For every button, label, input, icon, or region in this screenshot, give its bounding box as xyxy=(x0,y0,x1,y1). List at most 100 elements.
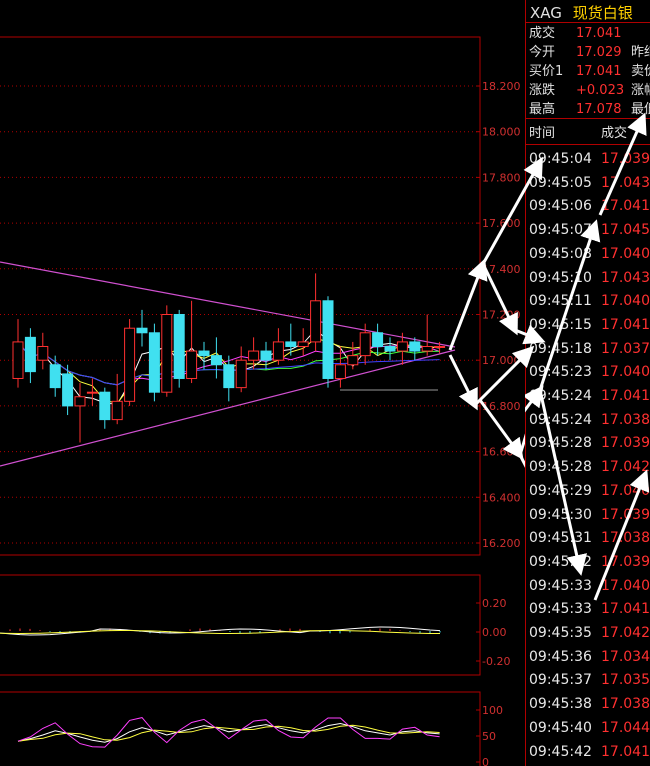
tick-price: 17.040 xyxy=(601,293,650,310)
tick-row[interactable]: 09:45:37 17.035 xyxy=(526,668,650,692)
tick-time: 09:45:24 xyxy=(529,388,592,404)
tick-row[interactable]: 09:45:28 17.042 xyxy=(526,455,650,479)
tick-time: 09:45:31 xyxy=(529,530,592,547)
tick-row[interactable]: 09:45:35 17.042 xyxy=(526,621,650,645)
tick-row[interactable]: 09:45:18 17.037 xyxy=(526,337,650,361)
tick-time: 09:45:28 xyxy=(529,459,592,476)
tick-row[interactable]: 09:45:38 17.038 xyxy=(526,692,650,716)
divider xyxy=(526,118,650,119)
quote-value: 17.029 xyxy=(576,45,622,60)
price-axis-label: 17.800 xyxy=(482,171,521,184)
tick-price: 17.039 xyxy=(601,553,650,570)
candle-down xyxy=(173,314,185,379)
candle-up xyxy=(186,350,198,379)
macd-panel: 0.20 0.00 -0.20 xyxy=(0,597,510,668)
tick-price: 17.040 xyxy=(601,482,650,499)
candle-up xyxy=(434,345,446,348)
tick-row[interactable]: 09:45:04 17.039 xyxy=(526,147,650,171)
tick-price: 17.041 xyxy=(601,198,650,215)
tick-price: 17.038 xyxy=(601,696,650,713)
tick-price: 17.041 xyxy=(601,388,650,404)
tick-row[interactable]: 09:45:07 17.045 xyxy=(526,218,650,242)
tick-price: 17.039 xyxy=(601,506,650,523)
tick-row[interactable]: 09:45:30 17.039 xyxy=(526,503,650,527)
candle-up xyxy=(12,341,24,379)
quote-extra-label: 昨结 xyxy=(631,45,650,60)
tick-price: 17.037 xyxy=(601,340,650,357)
symbol-code: XAG xyxy=(530,4,562,22)
tick-price: 17.041 xyxy=(601,601,650,618)
tick-price: 17.034 xyxy=(601,648,650,665)
tick-price: 17.041 xyxy=(601,316,650,333)
candle-down xyxy=(260,350,272,361)
tick-row[interactable]: 09:45:24 17.041 xyxy=(526,384,650,408)
tick-price: 17.042 xyxy=(601,459,650,476)
candle-up xyxy=(111,400,123,421)
kdj-axis-label: 0 xyxy=(482,756,489,766)
quote-label: 成交 xyxy=(529,26,556,41)
tick-row[interactable]: 09:45:36 17.034 xyxy=(526,645,650,669)
tick-row[interactable]: 09:45:29 17.040 xyxy=(526,479,650,503)
candle-down xyxy=(49,364,61,389)
tick-price: 17.043 xyxy=(601,174,650,191)
candle-up xyxy=(297,341,309,347)
tick-time: 09:45:29 xyxy=(529,482,592,499)
tick-time: 09:45:18 xyxy=(529,340,592,357)
kline-chart[interactable]: 18.20018.00017.80017.60017.40017.20017.0… xyxy=(0,0,525,766)
macd-panel-frame xyxy=(0,574,481,676)
kdj-panel: 100 50 0 xyxy=(17,704,503,766)
macd-axis-label: -0.20 xyxy=(482,655,510,668)
quote-row: 今开 17.029 昨结 xyxy=(526,43,650,62)
tick-row[interactable]: 09:45:42 17.041 xyxy=(526,740,650,764)
tick-time: 09:45:35 xyxy=(529,625,592,641)
ticks-header-time: 时间 xyxy=(529,126,556,141)
tick-row[interactable]: 09:45:31 17.038 xyxy=(526,526,650,550)
tick-time: 09:45:10 xyxy=(529,269,592,286)
tick-row[interactable]: 09:45:28 17.039 xyxy=(526,431,650,455)
candle-down xyxy=(384,345,396,352)
tick-row[interactable]: 09:45:40 17.044 xyxy=(526,716,650,740)
tick-price: 17.041 xyxy=(601,743,650,760)
tick-row[interactable]: 09:45:33 17.041 xyxy=(526,597,650,621)
tick-price: 17.043 xyxy=(601,269,650,286)
tick-row[interactable]: 09:45:10 17.043 xyxy=(526,266,650,290)
symbol-name: 现货白银 xyxy=(572,4,633,22)
price-axis-label: 17.200 xyxy=(482,309,521,322)
tick-time: 09:45:30 xyxy=(529,506,592,523)
divider xyxy=(526,144,650,145)
tick-time: 09:45:38 xyxy=(529,696,592,713)
tick-price: 17.042 xyxy=(601,625,650,641)
tick-time: 09:45:33 xyxy=(529,601,592,618)
tick-row[interactable]: 09:45:08 17.040 xyxy=(526,242,650,266)
price-axis-label: 17.600 xyxy=(482,217,521,230)
candle-down xyxy=(409,341,421,352)
price-axis-label: 18.200 xyxy=(482,80,521,93)
candle-up xyxy=(359,332,371,357)
tick-price: 17.038 xyxy=(601,411,650,428)
tick-row[interactable]: 09:45:05 17.043 xyxy=(526,171,650,195)
tick-time: 09:45:04 xyxy=(529,151,592,167)
tick-time: 09:45:33 xyxy=(529,577,592,594)
candle-down xyxy=(136,327,148,334)
tick-row[interactable]: 09:45:24 17.038 xyxy=(526,408,650,432)
tick-row[interactable]: 09:45:06 17.041 xyxy=(526,194,650,218)
candle-down xyxy=(372,332,384,347)
tick-time: 09:45:36 xyxy=(529,648,592,665)
candle-down xyxy=(148,332,160,393)
tick-time: 09:45:42 xyxy=(529,743,592,760)
tick-price: 17.039 xyxy=(601,435,650,452)
quote-label: 今开 xyxy=(529,45,556,60)
tick-price: 17.038 xyxy=(601,530,650,547)
tick-row[interactable]: 09:45:11 17.040 xyxy=(526,289,650,313)
tick-row[interactable]: 09:45:32 17.039 xyxy=(526,550,650,574)
candle-up xyxy=(235,359,247,389)
tick-time: 09:45:07 xyxy=(529,222,592,239)
tick-row[interactable]: 09:45:33 17.040 xyxy=(526,574,650,598)
tick-time: 09:45:05 xyxy=(529,174,592,191)
tick-price: 17.044 xyxy=(601,719,650,736)
candle-up xyxy=(248,350,260,361)
tick-row[interactable]: 09:45:23 17.040 xyxy=(526,360,650,384)
tick-row[interactable]: 09:45:15 17.041 xyxy=(526,313,650,337)
candle-down xyxy=(223,364,235,389)
candle-up xyxy=(347,355,359,366)
